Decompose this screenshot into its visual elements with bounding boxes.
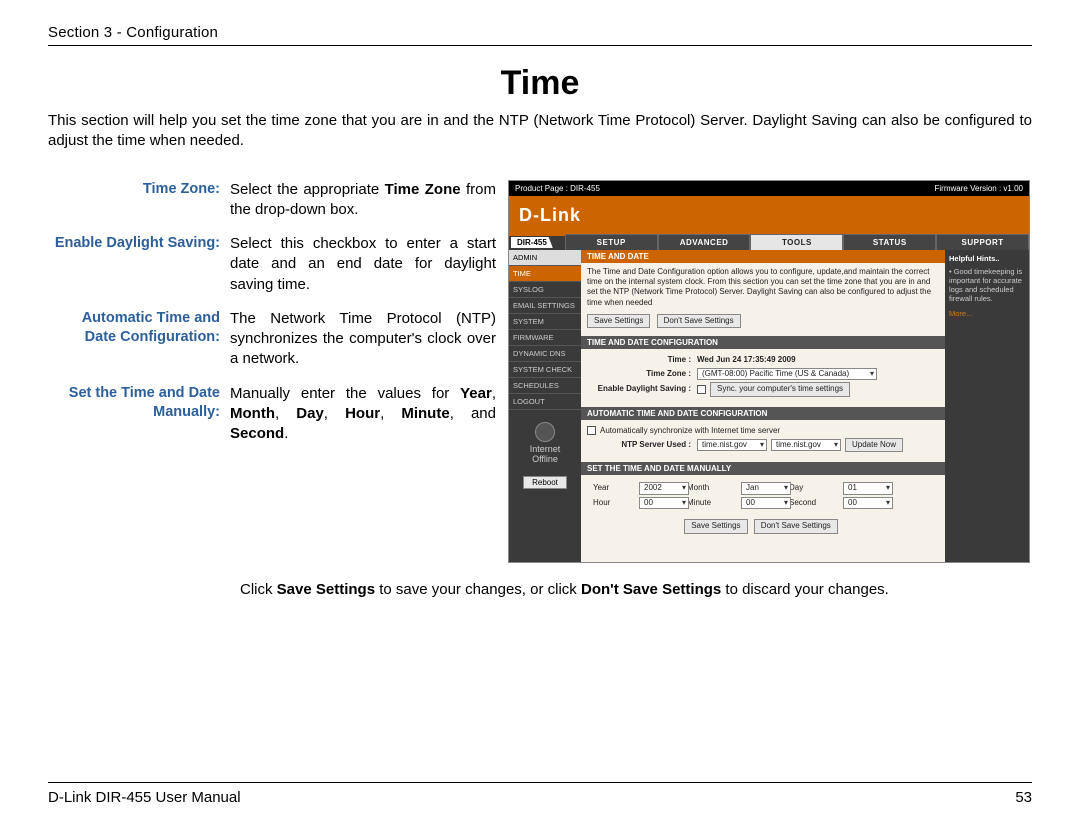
day-select[interactable]: 01 bbox=[843, 482, 893, 494]
m-e: , bbox=[275, 405, 296, 422]
side-firmware[interactable]: FIRMWARE bbox=[509, 330, 581, 346]
m-c: , bbox=[492, 385, 496, 402]
hour-label: Hour bbox=[593, 498, 633, 508]
eds-checkbox[interactable] bbox=[697, 385, 706, 394]
def-label-manual: Set the Time and Date Manually: bbox=[48, 384, 230, 445]
side-ddns[interactable]: DYNAMIC DNS bbox=[509, 346, 581, 362]
side-admin[interactable]: ADMIN bbox=[509, 250, 581, 266]
bn-e: to discard your changes. bbox=[721, 581, 889, 598]
panel-title-cfg: TIME AND DATE CONFIGURATION bbox=[581, 336, 945, 349]
side-syslog[interactable]: SYSLOG bbox=[509, 282, 581, 298]
day-label: Day bbox=[789, 483, 837, 493]
def-label-eds: Enable Daylight Saving: bbox=[48, 234, 230, 295]
brand-logo: D-Link bbox=[519, 205, 581, 226]
side-time[interactable]: TIME bbox=[509, 266, 581, 282]
bn-a: Click bbox=[240, 581, 277, 598]
eds-label: Enable Daylight Saving : bbox=[587, 384, 697, 394]
def-label-timezone: Time Zone: bbox=[48, 180, 230, 221]
reboot-button[interactable]: Reboot bbox=[523, 476, 567, 489]
m-d: Month bbox=[230, 405, 275, 422]
month-label: Month bbox=[687, 483, 735, 493]
internet-status: Internet Offline bbox=[509, 418, 581, 468]
minute-select[interactable]: 00 bbox=[741, 497, 791, 509]
m-a: Manually enter the values for bbox=[230, 385, 460, 402]
bottom-note: Click Save Settings to save your changes… bbox=[240, 581, 1032, 598]
help-more-link[interactable]: More... bbox=[949, 309, 1025, 318]
month-select[interactable]: Jan bbox=[741, 482, 791, 494]
m-h: Hour bbox=[345, 405, 380, 422]
def-text-timezone: Select the appropriate Time Zone from th… bbox=[230, 180, 508, 221]
panel-desc: The Time and Date Configuration option a… bbox=[587, 267, 939, 309]
tz-a: Select the appropriate bbox=[230, 181, 385, 198]
dontsave-button-top[interactable]: Don't Save Settings bbox=[657, 314, 741, 328]
side-syscheck[interactable]: SYSTEM CHECK bbox=[509, 362, 581, 378]
m-g: , bbox=[324, 405, 345, 422]
tab-status[interactable]: STATUS bbox=[843, 234, 936, 251]
time-value: Wed Jun 24 17:35:49 2009 bbox=[697, 355, 796, 365]
panel-title-auto: AUTOMATIC TIME AND DATE CONFIGURATION bbox=[581, 407, 945, 420]
side-schedules[interactable]: SCHEDULES bbox=[509, 378, 581, 394]
bn-b: Save Settings bbox=[277, 581, 375, 598]
side-logout[interactable]: LOGOUT bbox=[509, 394, 581, 410]
year-select[interactable]: 2002 bbox=[639, 482, 689, 494]
internet-label: Internet bbox=[513, 444, 577, 454]
panel-title-main: TIME AND DATE bbox=[581, 250, 945, 263]
m-i: , bbox=[380, 405, 401, 422]
second-select[interactable]: 00 bbox=[843, 497, 893, 509]
side-email[interactable]: EMAIL SETTINGS bbox=[509, 298, 581, 314]
year-label: Year bbox=[593, 483, 633, 493]
side-system[interactable]: SYSTEM bbox=[509, 314, 581, 330]
bottom-rule bbox=[48, 782, 1032, 783]
m-j: Minute bbox=[401, 405, 449, 422]
bn-d: Don't Save Settings bbox=[581, 581, 721, 598]
m-l: Second bbox=[230, 425, 284, 442]
panel-title-manual: SET THE TIME AND DATE MANUALLY bbox=[581, 462, 945, 475]
m-m: . bbox=[284, 425, 288, 442]
def-label-auto: Automatic Time and Date Configuration: bbox=[48, 309, 230, 370]
tz-label: Time Zone : bbox=[587, 369, 697, 379]
ntp-select[interactable]: time.nist.gov bbox=[771, 439, 841, 451]
save-button-bottom[interactable]: Save Settings bbox=[684, 519, 747, 533]
help-text: • Good timekeeping is important for accu… bbox=[949, 267, 1025, 303]
m-b: Year bbox=[460, 385, 492, 402]
def-text-auto: The Network Time Protocol (NTP) synchron… bbox=[230, 309, 508, 370]
tab-support[interactable]: SUPPORT bbox=[936, 234, 1029, 251]
help-title: Helpful Hints.. bbox=[949, 254, 1025, 263]
sync-button[interactable]: Sync. your computer's time settings bbox=[710, 382, 850, 396]
time-label: Time : bbox=[587, 355, 697, 365]
model-badge: DIR-455 bbox=[511, 237, 553, 248]
save-button-top[interactable]: Save Settings bbox=[587, 314, 650, 328]
bn-c: to save your changes, or click bbox=[375, 581, 581, 598]
tz-b: Time Zone bbox=[385, 181, 461, 198]
firmware-label: Firmware Version : v1.00 bbox=[935, 184, 1023, 193]
m-f: Day bbox=[296, 405, 324, 422]
product-page-label: Product Page : DIR-455 bbox=[515, 184, 600, 193]
globe-icon bbox=[535, 422, 555, 442]
router-screenshot: Product Page : DIR-455 Firmware Version … bbox=[508, 180, 1030, 563]
footer-left: D-Link DIR-455 User Manual bbox=[48, 789, 241, 806]
minute-label: Minute bbox=[687, 498, 735, 508]
tab-advanced[interactable]: ADVANCED bbox=[658, 234, 751, 251]
offline-label: Offline bbox=[513, 454, 577, 464]
section-header: Section 3 - Configuration bbox=[48, 24, 1032, 45]
ntp-label: NTP Server Used : bbox=[587, 440, 697, 450]
footer-page-number: 53 bbox=[1015, 789, 1032, 806]
auto-sync-label: Automatically synchronize with Internet … bbox=[600, 426, 780, 436]
second-label: Second bbox=[789, 498, 837, 508]
def-text-eds: Select this checkbox to enter a start da… bbox=[230, 234, 508, 295]
def-text-manual: Manually enter the values for Year, Mont… bbox=[230, 384, 508, 445]
ntp-text[interactable]: time.nist.gov bbox=[697, 439, 767, 451]
auto-sync-checkbox[interactable] bbox=[587, 426, 596, 435]
page-title: Time bbox=[48, 64, 1032, 103]
top-rule bbox=[48, 45, 1032, 46]
dontsave-button-bottom[interactable]: Don't Save Settings bbox=[754, 519, 838, 533]
tab-tools[interactable]: TOOLS bbox=[750, 234, 843, 251]
hour-select[interactable]: 00 bbox=[639, 497, 689, 509]
intro-paragraph: This section will help you set the time … bbox=[48, 111, 1032, 152]
m-k: , and bbox=[450, 405, 496, 422]
tz-select[interactable]: (GMT-08:00) Pacific Time (US & Canada) bbox=[697, 368, 877, 380]
tab-setup[interactable]: SETUP bbox=[565, 234, 658, 251]
update-now-button[interactable]: Update Now bbox=[845, 438, 903, 452]
